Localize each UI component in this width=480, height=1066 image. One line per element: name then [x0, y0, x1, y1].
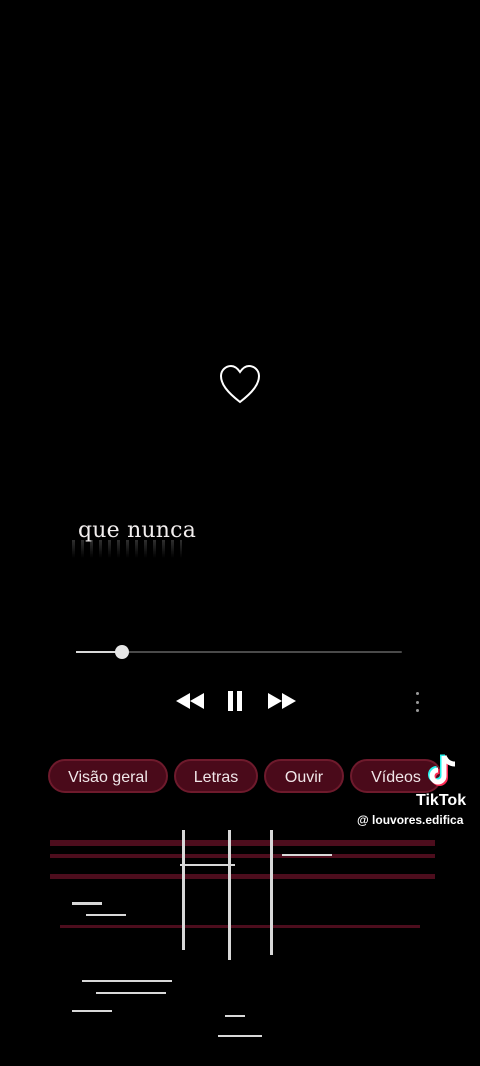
chip-visao-geral[interactable]: Visão geral	[48, 759, 168, 793]
chip-ouvir[interactable]: Ouvir	[264, 759, 344, 793]
fast-forward-button[interactable]	[262, 684, 302, 718]
chip-letras[interactable]: Letras	[174, 759, 258, 793]
rewind-button[interactable]	[170, 684, 210, 718]
playback-controls	[170, 684, 310, 718]
glitch-reflection	[0, 830, 480, 1066]
more-vertical-icon	[415, 692, 419, 695]
progress-thumb[interactable]	[114, 645, 129, 659]
progress-bar[interactable]	[76, 645, 402, 659]
rewind-icon	[176, 693, 204, 709]
lyric-reflection	[72, 540, 182, 558]
heart-icon	[219, 364, 261, 404]
pause-button[interactable]	[220, 684, 250, 718]
fast-forward-icon	[268, 693, 296, 709]
more-options-button[interactable]	[410, 692, 424, 712]
pause-icon	[228, 691, 242, 711]
tiktok-username: @ louvores.edifica	[357, 813, 464, 827]
tiktok-brand: TikTok	[416, 792, 467, 809]
tiktok-logo-icon	[428, 754, 456, 786]
